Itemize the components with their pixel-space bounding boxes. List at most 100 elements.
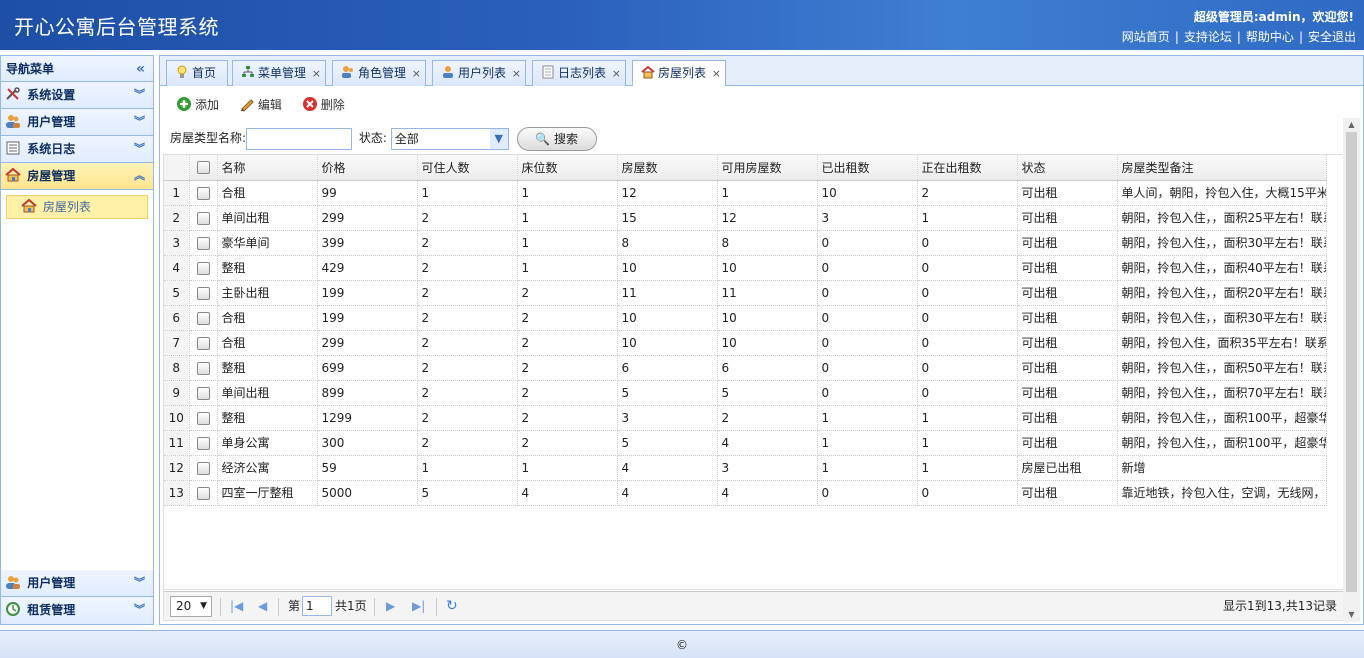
table-cell: 1 (717, 180, 818, 206)
link-home[interactable]: 网站首页 (1122, 30, 1170, 44)
row-checkbox[interactable] (189, 480, 218, 506)
table-row[interactable]: 13 四室一厅整租 5000 5 4 4 4 0 0 可出租 靠近地铁，拎包入住，空调，无线网， (164, 480, 1327, 506)
refresh-icon[interactable]: ↻ (446, 592, 458, 620)
row-checkbox[interactable] (189, 380, 218, 406)
close-icon[interactable]: × (612, 61, 621, 86)
next-page-icon[interactable]: ▶ (386, 592, 395, 620)
table-cell: 0 (917, 330, 1018, 356)
column-header[interactable]: 已出租数 (817, 155, 918, 181)
table-cell: 199 (317, 280, 418, 306)
add-button[interactable]: 添加 (176, 96, 219, 113)
table-row[interactable]: 6 合租 199 2 2 10 10 0 0 可出租 朝阳，拎包入住，，面积30平左右！联系 (164, 305, 1327, 331)
row-checkbox[interactable] (189, 330, 218, 356)
page-size-select[interactable]: 20 ▼ (170, 596, 212, 617)
table-cell: 朝阳，拎包入住，，面积30平左右！联系 (1117, 305, 1327, 331)
close-icon[interactable]: × (512, 61, 521, 86)
scroll-up-icon[interactable]: ▲ (1343, 118, 1360, 132)
nav-sub-house-list[interactable]: 房屋列表 (6, 195, 148, 219)
search-button-label: 搜索 (553, 131, 578, 146)
tab-menu-management[interactable]: 菜单管理 × (232, 60, 326, 87)
tab-log-list[interactable]: 日志列表 × (532, 60, 626, 87)
table-cell: 4 (717, 430, 818, 456)
delete-button[interactable]: 删除 (302, 96, 345, 113)
row-checkbox[interactable] (189, 205, 218, 231)
row-checkbox[interactable] (189, 180, 218, 206)
table-cell: 可出租 (1017, 280, 1118, 306)
table-row[interactable]: 8 整租 699 2 2 6 6 0 0 可出租 朝阳，拎包入住，，面积50平左右！联系 (164, 355, 1327, 381)
table-row[interactable]: 4 整租 429 2 1 10 10 0 0 可出租 朝阳，拎包入住，，面积40平左右！联系 (164, 255, 1327, 281)
link-help[interactable]: 帮助中心 (1246, 30, 1294, 44)
chevron-down-icon: ︾ (134, 576, 145, 589)
column-header[interactable]: 价格 (317, 155, 418, 181)
column-header[interactable]: 状态 (1017, 155, 1118, 181)
scroll-down-icon[interactable]: ▼ (1343, 608, 1360, 622)
column-header[interactable]: 可用房屋数 (717, 155, 818, 181)
close-icon[interactable]: × (412, 61, 421, 86)
close-icon[interactable]: × (312, 61, 321, 86)
nav-system-settings[interactable]: 系统设置 ︾ (1, 82, 153, 109)
row-checkbox[interactable] (189, 305, 218, 331)
row-checkbox[interactable] (189, 455, 218, 481)
table-row[interactable]: 3 豪华单间 399 2 1 8 8 0 0 可出租 朝阳，拎包入住，，面积30平左右！联系 (164, 230, 1327, 256)
search-button[interactable]: 🔍 搜索 (516, 126, 597, 151)
table-cell: 单身公寓 (217, 430, 318, 456)
chevron-down-icon: ▼ (489, 128, 508, 149)
table-row[interactable]: 12 经济公寓 59 1 1 4 3 1 1 房屋已出租 新增 (164, 455, 1327, 481)
row-checkbox[interactable] (189, 430, 218, 456)
table-row[interactable]: 1 合租 99 1 1 12 1 10 2 可出租 单人间，朝阳，拎包入住，大概15平米 (164, 180, 1327, 206)
row-checkbox[interactable] (189, 355, 218, 381)
table-cell: 朝阳，拎包入住，，面积100平，超豪华 (1117, 430, 1327, 456)
tab-role-management[interactable]: 角色管理 × (332, 60, 426, 87)
table-cell: 0 (817, 355, 918, 381)
column-header[interactable]: 正在出租数 (917, 155, 1018, 181)
prev-page-icon[interactable]: ◀ (258, 592, 267, 620)
table-cell: 整租 (217, 405, 318, 431)
column-header[interactable]: 可住人数 (417, 155, 518, 181)
nav-user-management-2[interactable]: 用户管理 ︾ (1, 570, 153, 597)
table-cell: 0 (817, 380, 918, 406)
first-page-icon[interactable]: |◀ (230, 592, 243, 620)
table-cell: 10 (717, 330, 818, 356)
house-list-panel: 添加 编辑 删除 房屋类型名称: 状态: 全部 ▼ 🔍 搜索 名称 价格 可住人… (159, 86, 1364, 625)
table-cell: 可出租 (1017, 380, 1118, 406)
table-row[interactable]: 9 单间出租 899 2 2 5 5 0 0 可出租 朝阳，拎包入住，，面积70平左右！联系 (164, 380, 1327, 406)
table-cell: 朝阳，拎包入住，，面积25平左右！联系 (1117, 205, 1327, 231)
nav-user-management[interactable]: 用户管理 ︾ (1, 109, 153, 136)
type-name-input[interactable] (246, 127, 353, 150)
table-cell: 10 (717, 305, 818, 331)
row-checkbox[interactable] (189, 255, 218, 281)
table-row[interactable]: 10 整租 1299 2 2 3 2 1 1 可出租 朝阳，拎包入住，，面积100平，超豪华 (164, 405, 1327, 431)
table-row[interactable]: 5 主卧出租 199 2 2 11 11 0 0 可出租 朝阳，拎包入住，，面积20平左右！联系 (164, 280, 1327, 306)
row-checkbox[interactable] (189, 230, 218, 256)
tab-house-list[interactable]: 房屋列表 × (632, 60, 726, 88)
row-checkbox[interactable] (189, 280, 218, 306)
link-forum[interactable]: 支持论坛 (1184, 30, 1232, 44)
select-all-checkbox[interactable] (189, 155, 218, 181)
vertical-scrollbar[interactable]: ▲ ▼ (1343, 118, 1360, 622)
table-row[interactable]: 11 单身公寓 300 2 2 5 4 1 1 可出租 朝阳，拎包入住，，面积100平，超豪华 (164, 430, 1327, 456)
scroll-thumb[interactable] (1346, 132, 1357, 592)
edit-button[interactable]: 编辑 (239, 96, 282, 113)
last-page-icon[interactable]: ▶| (412, 592, 425, 620)
nav-rental-management[interactable]: 租赁管理 ︾ (1, 597, 153, 624)
bulb-icon (175, 63, 189, 78)
link-logout[interactable]: 安全退出 (1308, 30, 1356, 44)
tab-label: 角色管理 (358, 66, 407, 80)
status-select[interactable]: 全部 ▼ (390, 127, 509, 150)
nav-system-log[interactable]: 系统日志 ︾ (1, 136, 153, 163)
column-header[interactable]: 床位数 (517, 155, 618, 181)
table-row[interactable]: 7 合租 299 2 2 10 10 0 0 可出租 朝阳，拎包入住，面积35平左右！联系 (164, 330, 1327, 356)
table-row[interactable]: 2 单间出租 299 2 1 15 12 3 1 可出租 朝阳，拎包入住，，面积25平左右！联系 (164, 205, 1327, 231)
column-header[interactable]: 名称 (217, 155, 318, 181)
collapse-left-icon[interactable]: « (136, 56, 145, 82)
close-icon[interactable]: × (712, 61, 721, 86)
nav-house-management[interactable]: 房屋管理 ︽ (1, 163, 153, 190)
tab-home[interactable]: 首页 (166, 60, 228, 87)
row-number: 4 (164, 255, 190, 281)
table-cell: 2 (517, 355, 618, 381)
page-number-input[interactable]: 1 (302, 596, 332, 616)
column-header[interactable]: 房屋类型备注 (1117, 155, 1327, 181)
row-checkbox[interactable] (189, 405, 218, 431)
column-header[interactable]: 房屋数 (617, 155, 718, 181)
tab-user-list[interactable]: 用户列表 × (432, 60, 526, 87)
